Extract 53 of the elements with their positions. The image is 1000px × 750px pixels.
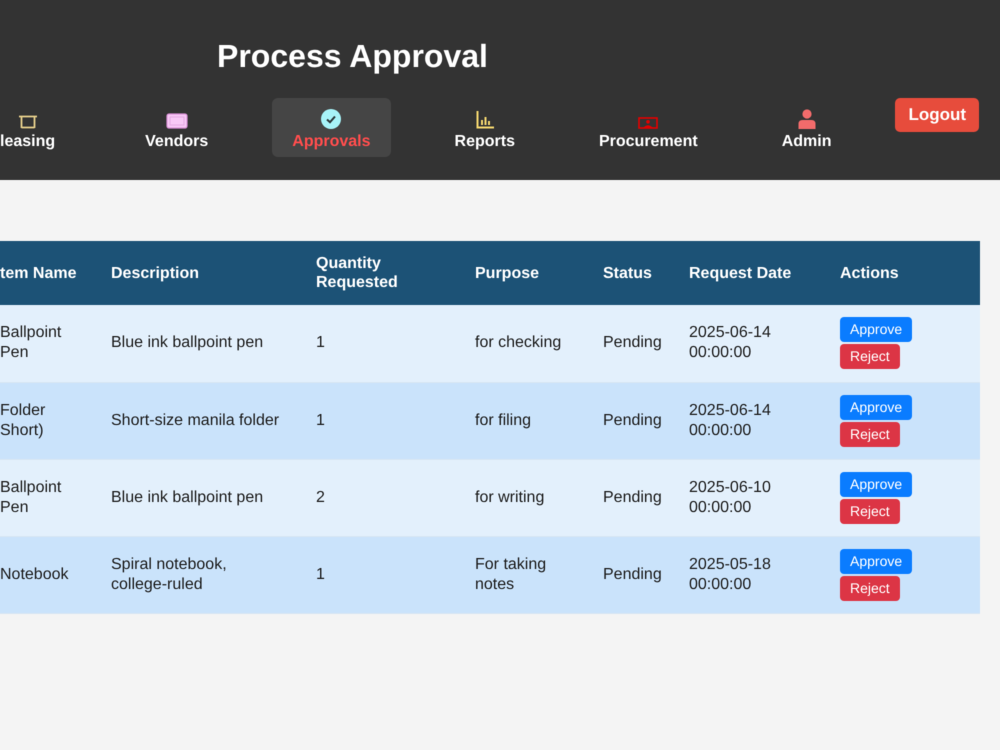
table-cell: 2025-06-10 00:00:00 bbox=[677, 459, 828, 536]
table-cell: 2025-05-18 00:00:00 bbox=[677, 536, 828, 613]
table-cell: Short-size manila folder bbox=[99, 382, 304, 459]
table-cell: 2 bbox=[304, 459, 463, 536]
nav-item[interactable]: Vendors bbox=[125, 98, 228, 157]
table-cell: Notebook bbox=[0, 536, 99, 613]
column-header: Request Date bbox=[677, 241, 828, 305]
nav-item[interactable]: Approvals bbox=[272, 98, 391, 157]
nav-item[interactable]: leasing bbox=[0, 98, 82, 157]
table-cell: Ballpoint Pen bbox=[0, 305, 99, 382]
table-icon bbox=[18, 115, 38, 129]
column-header: tem Name bbox=[0, 241, 99, 305]
table-cell: Pending bbox=[591, 382, 677, 459]
approve-button[interactable]: Approve bbox=[840, 317, 912, 342]
table-cell: Pending bbox=[591, 305, 677, 382]
table-cell: for writing bbox=[463, 459, 591, 536]
table-cell: Pending bbox=[591, 459, 677, 536]
reject-button[interactable]: Reject bbox=[840, 498, 900, 524]
table-cell: Spiral notebook, college-ruled bbox=[99, 536, 304, 613]
table-cell: For taking notes bbox=[463, 536, 591, 613]
column-header: Status bbox=[591, 241, 677, 305]
approve-button[interactable]: Approve bbox=[840, 472, 912, 496]
column-header: Purpose bbox=[463, 241, 591, 305]
table-cell: Blue ink ballpoint pen bbox=[99, 305, 304, 382]
approve-button[interactable]: Approve bbox=[840, 394, 912, 420]
table-cell: for filing bbox=[463, 382, 591, 459]
table-cell: 1 bbox=[304, 382, 463, 459]
table-cell: 2025-06-14 00:00:00 bbox=[677, 382, 828, 459]
column-header: Quantity Requested bbox=[304, 241, 463, 305]
table-cell: for checking bbox=[463, 305, 591, 382]
bar-chart-icon bbox=[476, 111, 494, 129]
column-header: Actions bbox=[828, 241, 980, 305]
table-cell: 2025-06-14 00:00:00 bbox=[677, 305, 828, 382]
reject-button[interactable]: Reject bbox=[840, 576, 900, 600]
nav-item[interactable]: Admin bbox=[762, 98, 852, 157]
column-header: Description bbox=[99, 241, 304, 305]
table-cell: Blue ink ballpoint pen bbox=[99, 459, 304, 536]
nav-item[interactable]: Procurement bbox=[578, 98, 718, 157]
person-card-icon bbox=[638, 117, 658, 129]
approve-button[interactable]: Approve bbox=[840, 548, 912, 574]
table-cell: 1 bbox=[304, 305, 463, 382]
screen-icon bbox=[166, 113, 188, 129]
reject-button[interactable]: Reject bbox=[840, 422, 900, 446]
logout-button[interactable]: Logout bbox=[895, 98, 980, 132]
nav-item[interactable]: Reports bbox=[434, 98, 535, 157]
page-title: Process Approval bbox=[217, 37, 488, 76]
reject-button[interactable]: Reject bbox=[840, 344, 900, 370]
table-cell: Folder Short) bbox=[0, 382, 99, 459]
check-circle-icon bbox=[321, 109, 342, 129]
table-cell: Ballpoint Pen bbox=[0, 459, 99, 536]
table-cell: Pending bbox=[591, 536, 677, 613]
user-icon bbox=[798, 109, 816, 129]
table-cell: 1 bbox=[304, 536, 463, 613]
